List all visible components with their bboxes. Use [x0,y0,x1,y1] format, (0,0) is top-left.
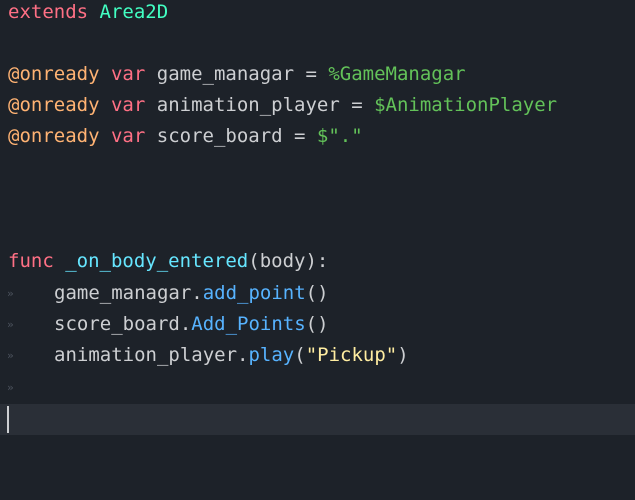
variable-declaration: game_managar = [156,63,329,85]
tab-indent-icon: » [7,287,14,300]
code-line-5[interactable]: @onready var score_board = $"." [0,121,635,152]
keyword-extends: extends [8,1,89,23]
method-call: Add_Points [191,313,306,335]
code-text: game_managar.add_point() [54,278,329,309]
call-paren-open: ( [294,344,306,366]
keyword-var: var [110,125,146,147]
call-args: () [305,282,329,304]
code-text: animation_player.play("Pickup") [54,340,409,371]
code-text: @onready var animation_player = $Animati… [8,90,557,121]
annotation-onready: @onready [8,125,100,147]
string-literal: "Pickup" [305,344,398,366]
class-name: Area2D [99,1,169,23]
function-args: (body): [248,250,329,272]
code-text: score_board.Add_Points() [54,309,329,340]
tab-indent-icon: » [7,318,14,331]
node-path: $"." [316,125,363,147]
code-text: @onready var game_managar = %GameManagar [8,59,466,90]
function-name: _on_body_entered [65,250,249,272]
variable-declaration: animation_player = [156,94,375,116]
node-path: $AnimationPlayer [374,94,558,116]
call-args: () [305,313,329,335]
method-call: add_point [202,282,306,304]
code-line-4[interactable]: @onready var animation_player = $Animati… [0,90,635,121]
keyword-var: var [110,63,146,85]
keyword-func: func [8,250,54,272]
code-line-11[interactable]: » score_board.Add_Points() [0,309,635,340]
object-ref: score_board. [54,313,192,335]
code-line-3[interactable]: @onready var game_managar = %GameManagar [0,59,635,90]
code-line-12[interactable]: » animation_player.play("Pickup") [0,340,635,371]
current-line-highlight[interactable] [0,404,635,435]
code-text: @onready var score_board = $"." [8,121,363,152]
tab-indent-icon: » [7,381,14,394]
code-line-13[interactable]: » [0,372,635,403]
code-editor[interactable]: extends Area2D @onready var game_managar… [0,0,635,500]
method-call: play [248,344,295,366]
code-line-1[interactable]: extends Area2D [0,0,635,28]
call-paren-close: ) [397,344,409,366]
object-ref: game_managar. [54,282,203,304]
code-line-10[interactable]: » game_managar.add_point() [0,278,635,309]
code-text: extends Area2D [8,0,168,28]
tab-indent-icon: » [7,349,14,362]
variable-declaration: score_board = [156,125,317,147]
keyword-var: var [110,94,146,116]
annotation-onready: @onready [8,63,100,85]
code-text: func _on_body_entered(body): [8,246,328,277]
node-path: %GameManagar [328,63,466,85]
code-line-9[interactable]: func _on_body_entered(body): [0,246,635,277]
object-ref: animation_player. [54,344,249,366]
text-caret [7,406,9,433]
annotation-onready: @onready [8,94,100,116]
